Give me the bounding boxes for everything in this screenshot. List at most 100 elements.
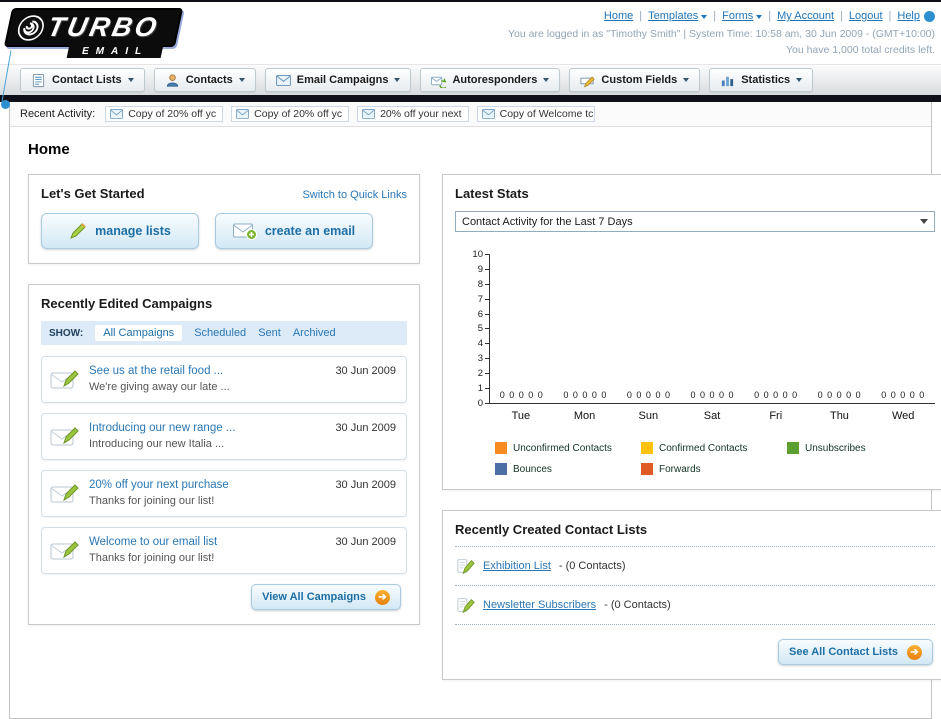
top-link-logout-label[interactable]: Logout xyxy=(849,8,883,26)
nav-tab-autoresponders[interactable]: Autoresponders xyxy=(420,68,561,92)
campaign-row[interactable]: See us at the retail food ... We're givi… xyxy=(41,356,407,403)
new-email-icon xyxy=(232,223,257,240)
y-axis-tick: 3 xyxy=(478,353,489,364)
manage-lists-button[interactable]: manage lists xyxy=(41,213,199,249)
stats-period-select[interactable]: Contact Activity for the Last 7 Days xyxy=(455,211,935,232)
top-link-my-account-label[interactable]: My Account xyxy=(777,8,834,26)
filter-tab-scheduled[interactable]: Scheduled xyxy=(194,327,246,339)
contact-list-row[interactable]: Exhibition List - (0 Contacts) xyxy=(455,547,935,586)
chart-values-group: 0 0 0 0 0 xyxy=(626,390,671,400)
chevron-down-icon xyxy=(543,78,550,82)
manage-lists-label: manage lists xyxy=(95,224,171,238)
campaign-title-link[interactable]: See us at the retail food ... xyxy=(89,365,230,377)
contact-list-link[interactable]: Newsletter Subscribers xyxy=(483,599,596,611)
switch-quick-links-link[interactable]: Switch to Quick Links xyxy=(302,189,407,201)
custom-fields-icon xyxy=(580,73,596,88)
latest-stats-panel: Latest Stats Contact Activity for the La… xyxy=(442,174,941,490)
top-link-help-label[interactable]: Help xyxy=(897,8,920,26)
campaigns-filter-bar: SHOW: All Campaigns Scheduled Sent Archi… xyxy=(41,321,407,345)
help-icon[interactable] xyxy=(924,11,935,23)
recent-activity-item[interactable]: Copy of Welcome tc xyxy=(476,106,595,122)
recent-activity-label: Recent Activity: xyxy=(20,108,96,120)
contact-list-row[interactable]: Newsletter Subscribers - (0 Contacts) xyxy=(455,586,935,625)
top-link-help[interactable]: Help xyxy=(883,8,935,26)
see-all-contact-lists-label: See All Contact Lists xyxy=(788,646,898,658)
top-link-templates-label[interactable]: Templates xyxy=(648,8,698,26)
create-email-button[interactable]: create an email xyxy=(215,213,373,249)
stats-panel-title: Latest Stats xyxy=(455,186,529,201)
filter-tab-all-campaigns[interactable]: All Campaigns xyxy=(95,325,183,341)
campaign-subtitle: Introducing our new Italia ... xyxy=(89,438,225,450)
y-axis-tick: 6 xyxy=(478,309,489,320)
recent-activity-item-label: Copy of 20% off yc xyxy=(254,108,343,120)
show-label: SHOW: xyxy=(49,327,84,339)
top-nav-links: Home Templates Forms My Account Logout H… xyxy=(508,8,935,26)
statistics-icon xyxy=(720,73,735,88)
campaign-title-link[interactable]: Welcome to our email list xyxy=(89,536,217,548)
chevron-down-icon xyxy=(238,78,245,82)
y-axis-tick: 4 xyxy=(478,338,489,349)
top-link-logout[interactable]: Logout xyxy=(834,8,883,26)
nav-tab-label: Contact Lists xyxy=(52,74,122,86)
nav-tab-contacts[interactable]: Contacts xyxy=(153,68,256,92)
edit-list-icon xyxy=(457,557,475,575)
view-all-campaigns-button[interactable]: View All Campaigns ➔ xyxy=(251,584,401,610)
legend-label: Confirmed Contacts xyxy=(659,442,748,454)
nav-tab-label: Email Campaigns xyxy=(296,74,389,86)
x-axis-label: Wed xyxy=(891,410,915,422)
filter-tab-archived[interactable]: Archived xyxy=(293,327,336,339)
nav-tab-email-campaigns[interactable]: Email Campaigns xyxy=(264,68,412,92)
get-started-panel: Let's Get Started Switch to Quick Links … xyxy=(28,174,420,264)
x-axis-label: Sun xyxy=(638,410,659,422)
recent-activity-item[interactable]: Copy of 20% off yc xyxy=(231,106,350,122)
legend-label: Unconfirmed Contacts xyxy=(513,442,612,454)
campaign-date: 30 Jun 2009 xyxy=(335,536,396,548)
y-axis-tick: 2 xyxy=(478,368,489,379)
autoresponder-icon xyxy=(431,73,447,88)
nav-tab-statistics[interactable]: Statistics xyxy=(709,68,814,92)
legend-item: Unconfirmed Contacts xyxy=(495,442,641,454)
see-all-contact-lists-button[interactable]: See All Contact Lists ➔ xyxy=(777,639,933,665)
campaign-title-link[interactable]: Introducing our new range ... xyxy=(89,422,235,434)
legend-swatch xyxy=(641,442,653,454)
filter-tab-sent[interactable]: Sent xyxy=(258,327,281,339)
campaign-row[interactable]: Welcome to our email list Thanks for joi… xyxy=(41,527,407,574)
campaign-title-link[interactable]: 20% off your next purchase xyxy=(89,479,229,491)
y-axis-tick: 9 xyxy=(478,264,489,275)
nav-tab-contact-lists[interactable]: Contact Lists xyxy=(20,68,145,92)
campaigns-panel-title: Recently Edited Campaigns xyxy=(41,296,213,311)
legend-item: Forwards xyxy=(641,463,787,475)
recently-edited-campaigns-panel: Recently Edited Campaigns SHOW: All Camp… xyxy=(28,284,420,625)
recent-activity-item[interactable]: 20% off your next xyxy=(357,106,469,122)
legend-swatch xyxy=(641,463,653,475)
top-link-forms-label[interactable]: Forms xyxy=(722,8,753,26)
campaign-subtitle: Thanks for joining our list! xyxy=(89,552,215,564)
view-all-campaigns-label: View All Campaigns xyxy=(262,591,366,603)
recent-activity-item[interactable]: Copy of 20% off yc xyxy=(105,106,224,122)
top-link-my-account[interactable]: My Account xyxy=(762,8,834,26)
top-link-home[interactable]: Home xyxy=(604,8,633,26)
contact-list-link[interactable]: Exhibition List xyxy=(483,560,551,572)
email-icon xyxy=(275,74,291,86)
login-info: You are logged in as "Timothy Smith" | S… xyxy=(508,27,935,40)
chart-values-group: 0 0 0 0 0 xyxy=(690,390,735,400)
email-icon xyxy=(110,109,124,119)
y-axis-tick: 10 xyxy=(472,249,489,260)
nav-tab-label: Contacts xyxy=(185,74,233,86)
top-link-home-label[interactable]: Home xyxy=(604,8,633,26)
contact-list-count: - (0 Contacts) xyxy=(604,599,671,611)
email-icon xyxy=(236,109,250,119)
nav-tab-custom-fields[interactable]: Custom Fields xyxy=(569,68,701,92)
chevron-down-icon xyxy=(920,219,928,224)
page-title: Home xyxy=(28,141,70,158)
campaign-row[interactable]: Introducing our new range ... Introducin… xyxy=(41,413,407,460)
top-link-forms[interactable]: Forms xyxy=(707,8,763,26)
campaign-row[interactable]: 20% off your next purchase Thanks for jo… xyxy=(41,470,407,517)
contact-list-count: - (0 Contacts) xyxy=(558,560,626,572)
top-link-templates[interactable]: Templates xyxy=(633,8,708,26)
get-started-title: Let's Get Started xyxy=(41,186,145,201)
pencil-icon xyxy=(69,222,87,240)
app-logo[interactable]: TURBO EMAIL xyxy=(3,8,184,64)
recent-activity-item-label: Copy of Welcome tc xyxy=(499,108,594,120)
recently-created-lists-panel: Recently Created Contact Lists Exhibitio… xyxy=(442,510,941,680)
